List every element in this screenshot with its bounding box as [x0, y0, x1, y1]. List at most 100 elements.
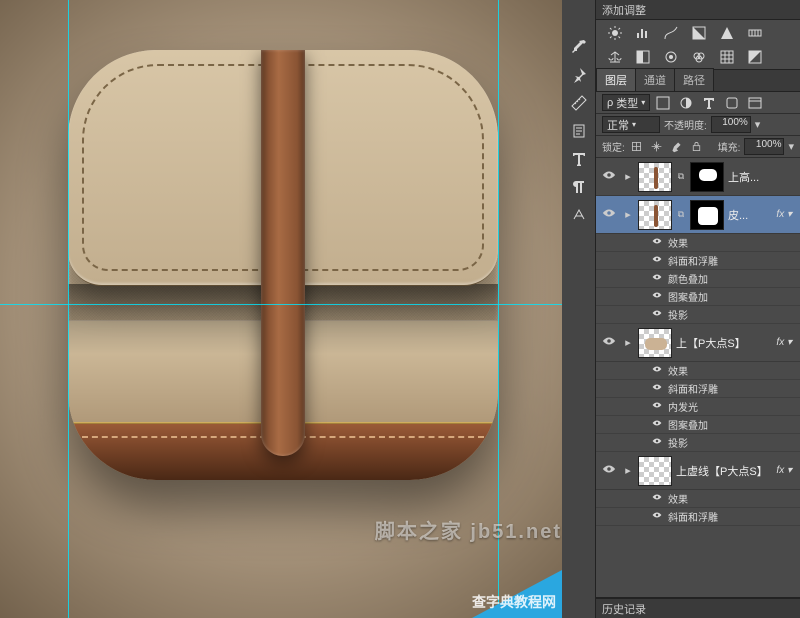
- visibility-eye-icon[interactable]: [652, 308, 664, 321]
- fx-badge[interactable]: fx ▾: [776, 209, 796, 220]
- visibility-eye-icon[interactable]: [600, 334, 618, 351]
- effect-item[interactable]: 投影: [596, 306, 800, 324]
- visibility-eye-icon[interactable]: [652, 290, 664, 303]
- pin-icon[interactable]: [568, 64, 590, 86]
- disclosure-triangle[interactable]: ▸: [622, 208, 634, 221]
- fill-field[interactable]: 100%: [744, 138, 784, 155]
- artwork-icon: [68, 50, 498, 480]
- effect-item[interactable]: 颜色叠加: [596, 270, 800, 288]
- lock-position-icon[interactable]: [649, 139, 665, 155]
- ruler-icon[interactable]: [568, 92, 590, 114]
- channel-mixer-icon[interactable]: [690, 48, 708, 66]
- photo-filter-icon[interactable]: [662, 48, 680, 66]
- document-canvas[interactable]: 脚本之家 jb51.net 查字典教程网: [0, 0, 562, 618]
- tab-channels[interactable]: 通道: [635, 68, 675, 91]
- visibility-eye-icon[interactable]: [652, 236, 664, 249]
- glyph-icon[interactable]: [568, 204, 590, 226]
- disclosure-triangle[interactable]: ▸: [622, 170, 634, 183]
- layer-thumbnail[interactable]: [638, 328, 672, 358]
- link-icon[interactable]: ⧉: [676, 171, 686, 182]
- pixel-filter-icon[interactable]: [654, 94, 672, 112]
- filter-kind-select[interactable]: ρ 类型 ▾: [602, 94, 650, 111]
- effect-item[interactable]: 斜面和浮雕: [596, 252, 800, 270]
- shape-filter-icon[interactable]: [723, 94, 741, 112]
- lock-brush-icon[interactable]: [669, 139, 685, 155]
- guide-vertical[interactable]: [68, 0, 69, 618]
- layer-name[interactable]: 皮...: [728, 207, 772, 223]
- fx-badge[interactable]: fx ▾: [776, 337, 796, 348]
- layer-list[interactable]: ▸⧉上高...▸⧉皮...fx ▾效果斜面和浮雕颜色叠加图案叠加投影▸上【P大点…: [596, 158, 800, 597]
- balance-icon[interactable]: [606, 48, 624, 66]
- smart-filter-icon[interactable]: [746, 94, 764, 112]
- layers-panel: 图层 通道 路径 ρ 类型 ▾ 正常▾ 不透明度: 100% ▾ 锁定: 填充:: [596, 70, 800, 598]
- effect-item[interactable]: 斜面和浮雕: [596, 380, 800, 398]
- dropper-icon[interactable]: [568, 36, 590, 58]
- tab-layers[interactable]: 图层: [596, 68, 636, 91]
- visibility-eye-icon[interactable]: [652, 272, 664, 285]
- invert-icon[interactable]: [746, 48, 764, 66]
- visibility-eye-icon[interactable]: [652, 492, 664, 505]
- effect-item[interactable]: 图案叠加: [596, 288, 800, 306]
- adjustment-filter-icon[interactable]: [677, 94, 695, 112]
- visibility-eye-icon[interactable]: [652, 418, 664, 431]
- layer-filter-row: ρ 类型 ▾: [596, 92, 800, 114]
- visibility-eye-icon[interactable]: [600, 168, 618, 185]
- opacity-label: 不透明度:: [664, 117, 707, 132]
- visibility-eye-icon[interactable]: [600, 206, 618, 223]
- visibility-eye-icon[interactable]: [652, 400, 664, 413]
- visibility-eye-icon[interactable]: [652, 382, 664, 395]
- layer-thumbnail[interactable]: [638, 162, 672, 192]
- layer-thumbnail[interactable]: [638, 456, 672, 486]
- effects-heading[interactable]: 效果: [596, 490, 800, 508]
- blend-row: 正常▾ 不透明度: 100% ▾: [596, 114, 800, 136]
- effects-heading[interactable]: 效果: [596, 362, 800, 380]
- visibility-eye-icon[interactable]: [600, 462, 618, 479]
- watermark-text: 查字典教程网: [472, 592, 556, 612]
- lookup-icon[interactable]: [718, 48, 736, 66]
- hue-icon[interactable]: [746, 24, 764, 42]
- visibility-eye-icon[interactable]: [652, 254, 664, 267]
- effect-item[interactable]: 投影: [596, 434, 800, 452]
- levels-icon[interactable]: [634, 24, 652, 42]
- opacity-field[interactable]: 100%: [711, 116, 751, 133]
- lock-pixels-icon[interactable]: [629, 139, 645, 155]
- history-panel-tab[interactable]: 历史记录: [596, 598, 800, 618]
- effect-item[interactable]: 内发光: [596, 398, 800, 416]
- disclosure-triangle[interactable]: ▸: [622, 336, 634, 349]
- effect-item[interactable]: 斜面和浮雕: [596, 508, 800, 526]
- lock-label: 锁定:: [602, 139, 625, 154]
- lock-all-icon[interactable]: [689, 139, 705, 155]
- blend-mode-select[interactable]: 正常▾: [602, 116, 660, 133]
- lock-row: 锁定: 填充: 100% ▾: [596, 136, 800, 158]
- type-icon[interactable]: [568, 148, 590, 170]
- type-filter-icon[interactable]: [700, 94, 718, 112]
- effect-item[interactable]: 图案叠加: [596, 416, 800, 434]
- panel-tabs: 图层 通道 路径: [596, 70, 800, 92]
- fx-badge[interactable]: fx ▾: [776, 465, 796, 476]
- guide-horizontal[interactable]: [0, 304, 562, 305]
- visibility-eye-icon[interactable]: [652, 364, 664, 377]
- layer-name[interactable]: 上高...: [728, 169, 796, 185]
- effects-heading[interactable]: 效果: [596, 234, 800, 252]
- layer-row[interactable]: ▸ 上虚线【P大点S】 fx ▾: [596, 452, 800, 490]
- layer-name[interactable]: 上【P大点S】: [676, 335, 772, 351]
- watermark-text: 脚本之家 jb51.net: [375, 515, 562, 544]
- visibility-eye-icon[interactable]: [652, 510, 664, 523]
- paragraph-icon[interactable]: [568, 176, 590, 198]
- layer-row[interactable]: ▸ ⧉ 上高...: [596, 158, 800, 196]
- note-icon[interactable]: [568, 120, 590, 142]
- link-icon[interactable]: ⧉: [676, 209, 686, 220]
- visibility-eye-icon[interactable]: [652, 436, 664, 449]
- layer-row[interactable]: ▸ ⧉ 皮... fx ▾: [596, 196, 800, 234]
- disclosure-triangle[interactable]: ▸: [622, 464, 634, 477]
- layer-thumbnail[interactable]: [638, 200, 672, 230]
- vibrance-icon[interactable]: [718, 24, 736, 42]
- bw-icon[interactable]: [634, 48, 652, 66]
- layer-row[interactable]: ▸ 上【P大点S】 fx ▾: [596, 324, 800, 362]
- adjustments-title: 添加调整: [602, 2, 646, 18]
- brightness-icon[interactable]: [606, 24, 624, 42]
- exposure-icon[interactable]: [690, 24, 708, 42]
- curves-icon[interactable]: [662, 24, 680, 42]
- layer-name[interactable]: 上虚线【P大点S】: [676, 463, 772, 479]
- tab-paths[interactable]: 路径: [674, 68, 714, 91]
